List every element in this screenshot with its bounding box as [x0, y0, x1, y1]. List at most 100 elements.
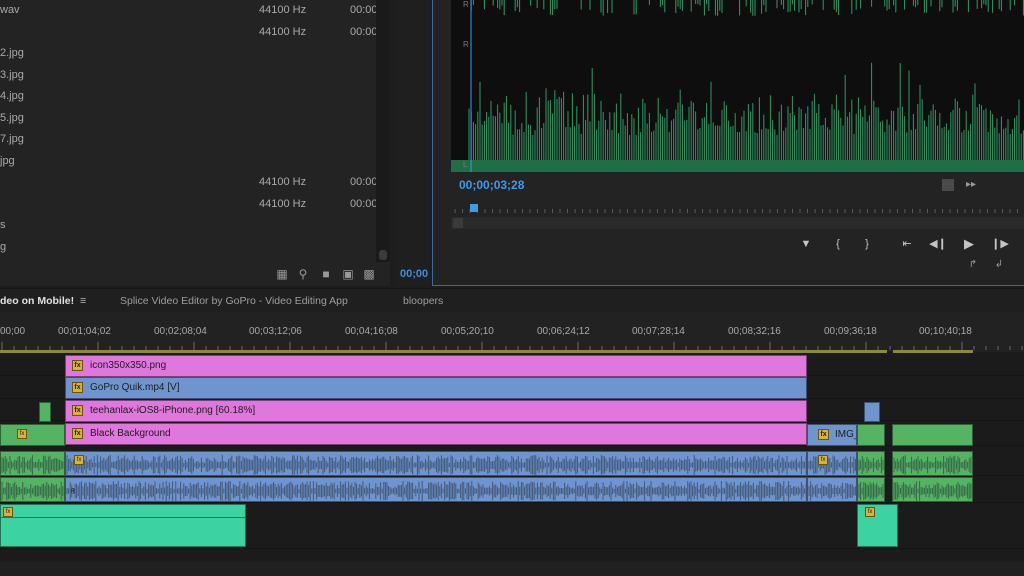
- new-item-icon[interactable]: ▣: [341, 267, 355, 281]
- extract-icon[interactable]: ↲: [992, 259, 1006, 271]
- clip-v1-left[interactable]: fx: [0, 424, 65, 446]
- mark-in-button[interactable]: {: [829, 236, 847, 252]
- add-marker-button[interactable]: ▼: [797, 236, 815, 252]
- project-row[interactable]: jpg: [0, 151, 376, 172]
- work-area-bar[interactable]: [0, 350, 1024, 353]
- ruler-ticks: [1, 342, 1023, 350]
- play-button[interactable]: ▶: [960, 236, 978, 252]
- audio-waveform: [808, 455, 856, 475]
- program-time-ruler[interactable]: [451, 203, 1024, 217]
- project-item-name: 4.jpg: [0, 90, 24, 102]
- project-panel: wav 44100 Hz 00:00 44100 Hz 00:00 2.jpg 3.jpg 4…: [0, 0, 390, 286]
- project-item-name: g: [0, 240, 7, 253]
- project-row[interactable]: g: [0, 237, 376, 258]
- program-zoom-bar[interactable]: [451, 217, 1024, 229]
- project-item-list[interactable]: wav 44100 Hz 00:00 44100 Hz 00:00 2.jpg 3.jpg 4…: [0, 0, 376, 262]
- fx-badge: fx: [818, 429, 829, 440]
- zoom-handle[interactable]: [453, 218, 463, 228]
- audio-clip-a1-right-2[interactable]: [892, 451, 973, 476]
- project-row[interactable]: 5.jpg: [0, 108, 376, 129]
- list-view-icon[interactable]: ▦: [275, 267, 289, 281]
- project-item-name: 2.jpg: [0, 47, 24, 59]
- audio-waveform: [858, 481, 884, 501]
- export-frame-icon[interactable]: [942, 179, 954, 191]
- tab-splice-video-editor[interactable]: Splice Video Editor by GoPro - Video Edi…: [120, 295, 348, 307]
- track-v1: fx fx Black Background fx IMG_: [0, 422, 1024, 446]
- clip-small-v2-right[interactable]: [864, 402, 880, 422]
- settings-icon[interactable]: ▸▸: [964, 179, 978, 191]
- audio-clip-a2-left[interactable]: [0, 477, 65, 502]
- clip-teehanlax[interactable]: fx teehanlax-iOS8-iPhone.png [60.18%]: [65, 400, 807, 422]
- ruler-time-label: 00;00: [0, 326, 26, 337]
- audio-clip-a1-left[interactable]: [0, 451, 65, 476]
- clip-img[interactable]: fx IMG_: [807, 424, 857, 446]
- timeline-scrollbar[interactable]: [0, 562, 1024, 576]
- project-item-name: s: [0, 219, 6, 231]
- step-back-button[interactable]: ◀❙: [929, 236, 947, 252]
- clip-icon350[interactable]: fx icon350x350.png: [65, 355, 807, 377]
- tab-bloopers[interactable]: bloopers: [403, 295, 443, 307]
- audio-clip-a1-img[interactable]: fx: [807, 451, 857, 476]
- audio-clip-a2-main[interactable]: R: [65, 477, 807, 502]
- project-row[interactable]: 7.jpg: [0, 129, 376, 150]
- mark-out-button[interactable]: }: [858, 236, 876, 252]
- audio-clip-a2-right-2[interactable]: [892, 477, 973, 502]
- ruler-time-label: 00;04;16;08: [345, 326, 398, 337]
- sequence-tab-bar: deo on Mobile! ≡ Splice Video Editor by …: [0, 288, 1024, 312]
- project-row[interactable]: 44100 Hz 00:00: [0, 194, 376, 215]
- tab-menu-icon[interactable]: ≡: [80, 295, 86, 307]
- fx-badge: fx: [72, 382, 83, 393]
- audio-clip-a1-right-1[interactable]: [857, 451, 885, 476]
- project-row[interactable]: 2.jpg: [0, 43, 376, 64]
- project-item-duration: 00:00: [350, 25, 376, 38]
- audio-clip-a1-main[interactable]: fx: [65, 451, 807, 476]
- new-bin-icon[interactable]: ■: [319, 267, 333, 281]
- project-row[interactable]: 3.jpg: [0, 65, 376, 86]
- program-waveform-display: R R L: [451, 0, 1024, 172]
- track-v2: fx teehanlax-iOS8-iPhone.png [60.18%]: [0, 399, 1024, 422]
- tab-sequence-mobile[interactable]: deo on Mobile!: [0, 295, 74, 307]
- project-row[interactable]: 44100 Hz 00:00: [0, 22, 376, 43]
- search-icon[interactable]: ⚲: [296, 267, 310, 281]
- clip-label: GoPro Quik.mp4 [V]: [90, 382, 180, 393]
- scrollbar-thumb[interactable]: [379, 250, 387, 260]
- clip-small-v2-left[interactable]: [39, 402, 51, 422]
- channel-r-label: R: [70, 489, 76, 495]
- clip-black-background[interactable]: fx Black Background: [65, 423, 807, 445]
- fx-badge: fx: [865, 507, 875, 517]
- track-v3: fx GoPro Quik.mp4 [V]: [0, 376, 1024, 399]
- audio-clip-a2-right-1[interactable]: [857, 477, 885, 502]
- step-forward-button[interactable]: ❙▶: [991, 236, 1009, 252]
- audio-waveform: [1, 481, 64, 501]
- program-monitor: R R L 00;00;03;28 ▸▸ ▼ { } ⇤ ◀❙ ▶ ❙▶ ↱ ↲: [432, 0, 1024, 286]
- channel-label-r-top: R: [463, 0, 469, 9]
- volume-line[interactable]: [1, 517, 245, 518]
- clip-v1-right-2[interactable]: [892, 424, 973, 446]
- project-item-duration: 00:00: [350, 4, 376, 16]
- clip-label: IMG_: [835, 429, 856, 440]
- audio-clip-a3-left[interactable]: fx: [0, 504, 246, 547]
- clip-label: icon350x350.png: [90, 360, 167, 371]
- project-row[interactable]: wav 44100 Hz 00:00: [0, 0, 376, 21]
- playhead-timecode[interactable]: 00;00;03;28: [459, 178, 524, 192]
- audio-waveform: [893, 455, 972, 475]
- clip-label: teehanlax-iOS8-iPhone.png [60.18%]: [90, 405, 256, 416]
- clip-v1-right-1[interactable]: [857, 424, 885, 446]
- project-item-rate: 44100 Hz: [259, 4, 307, 16]
- track-v4: fx icon350x350.png: [0, 354, 1024, 377]
- channel-label-r: R: [463, 40, 469, 49]
- project-scrollbar[interactable]: [376, 0, 390, 262]
- audio-waveform: [893, 481, 972, 501]
- project-row[interactable]: 4.jpg: [0, 86, 376, 107]
- project-row[interactable]: s: [0, 215, 376, 236]
- go-to-in-button[interactable]: ⇤: [898, 236, 916, 252]
- clip-gopro-quik[interactable]: fx GoPro Quik.mp4 [V]: [65, 377, 807, 399]
- timeline-ruler[interactable]: 00;00 00;01;04;02 00;02;08;04 00;03;12;06 00…: [0, 312, 1024, 352]
- audio-clip-a2-img[interactable]: [807, 477, 857, 502]
- program-playhead[interactable]: [470, 204, 478, 212]
- trash-icon[interactable]: ▩: [362, 267, 376, 281]
- audio-clip-a3-right[interactable]: fx: [857, 504, 898, 547]
- audio-waveform: [808, 481, 856, 501]
- lift-icon[interactable]: ↱: [966, 259, 980, 271]
- project-row[interactable]: 44100 Hz 00:00: [0, 172, 376, 193]
